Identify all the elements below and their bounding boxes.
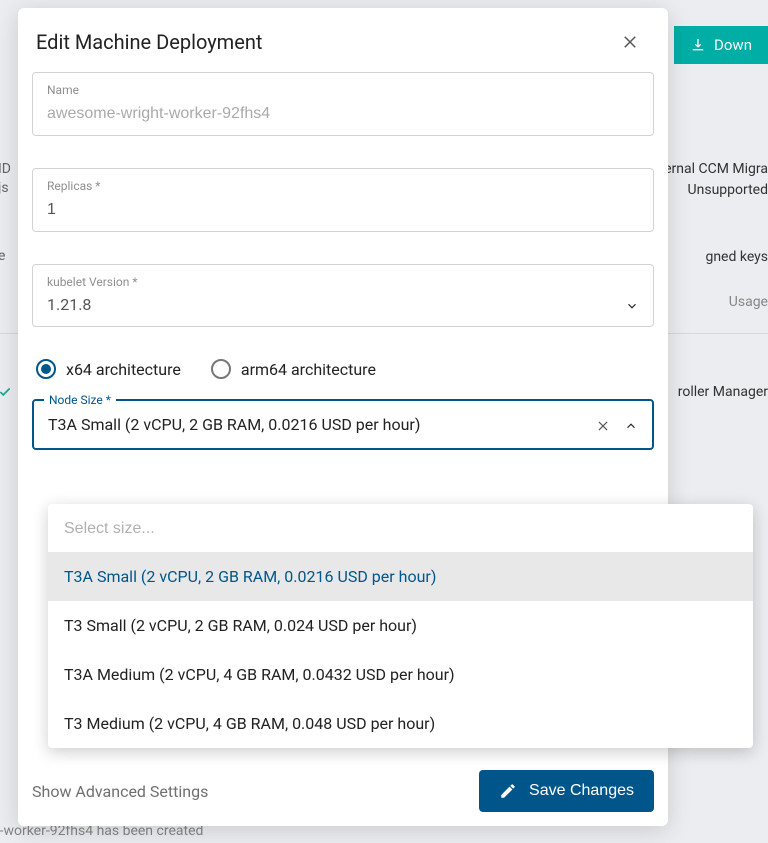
modal-footer: Show Advanced Settings Save Changes [32, 752, 654, 812]
replicas-input[interactable] [47, 201, 639, 219]
modal-title: Edit Machine Deployment [36, 30, 262, 54]
x64-architecture-radio[interactable]: x64 architecture [36, 359, 181, 379]
node-size-label: Node Size * [44, 393, 116, 407]
radio-icon [211, 359, 231, 379]
node-size-value: T3A Small (2 vCPU, 2 GB RAM, 0.0216 USD … [48, 415, 586, 434]
close-button[interactable] [620, 32, 640, 52]
dropdown-search-input[interactable] [64, 520, 737, 538]
chevron-up-icon[interactable] [624, 418, 638, 432]
dropdown-option-t3a-medium[interactable]: T3A Medium (2 vCPU, 4 GB RAM, 0.0432 USD… [48, 650, 753, 699]
kubelet-value: 1.21.8 [47, 295, 625, 314]
node-size-dropdown: T3A Small (2 vCPU, 2 GB RAM, 0.0216 USD … [48, 504, 753, 748]
modal-body: Name Replicas * kubelet Version * 1.21.8… [18, 72, 668, 450]
replicas-label: Replicas * [47, 179, 639, 193]
modal-header: Edit Machine Deployment [18, 8, 668, 72]
dropdown-option-t3a-small[interactable]: T3A Small (2 vCPU, 2 GB RAM, 0.0216 USD … [48, 552, 753, 601]
x64-label: x64 architecture [66, 360, 181, 379]
save-button-label: Save Changes [529, 782, 634, 800]
chevron-down-icon [625, 298, 639, 312]
show-advanced-settings-link[interactable]: Show Advanced Settings [32, 782, 208, 801]
kubelet-label: kubelet Version * [47, 275, 639, 289]
radio-icon-selected [36, 359, 56, 379]
node-size-field[interactable]: Node Size * T3A Small (2 vCPU, 2 GB RAM,… [32, 399, 654, 450]
name-field: Name [32, 72, 654, 136]
save-changes-button[interactable]: Save Changes [479, 770, 654, 812]
replicas-field[interactable]: Replicas * [32, 168, 654, 232]
arm64-label: arm64 architecture [241, 360, 376, 379]
kubelet-version-field[interactable]: kubelet Version * 1.21.8 [32, 264, 654, 327]
architecture-radio-group: x64 architecture arm64 architecture [32, 359, 654, 379]
dropdown-option-t3-small[interactable]: T3 Small (2 vCPU, 2 GB RAM, 0.024 USD pe… [48, 601, 753, 650]
clear-node-size-button[interactable] [596, 418, 610, 432]
name-label: Name [47, 83, 639, 97]
pencil-icon [499, 782, 517, 800]
dropdown-search-container [48, 504, 753, 552]
close-icon [596, 419, 610, 433]
name-input [47, 105, 639, 123]
close-icon [621, 33, 639, 51]
arm64-architecture-radio[interactable]: arm64 architecture [211, 359, 376, 379]
dropdown-option-t3-medium[interactable]: T3 Medium (2 vCPU, 4 GB RAM, 0.048 USD p… [48, 699, 753, 748]
